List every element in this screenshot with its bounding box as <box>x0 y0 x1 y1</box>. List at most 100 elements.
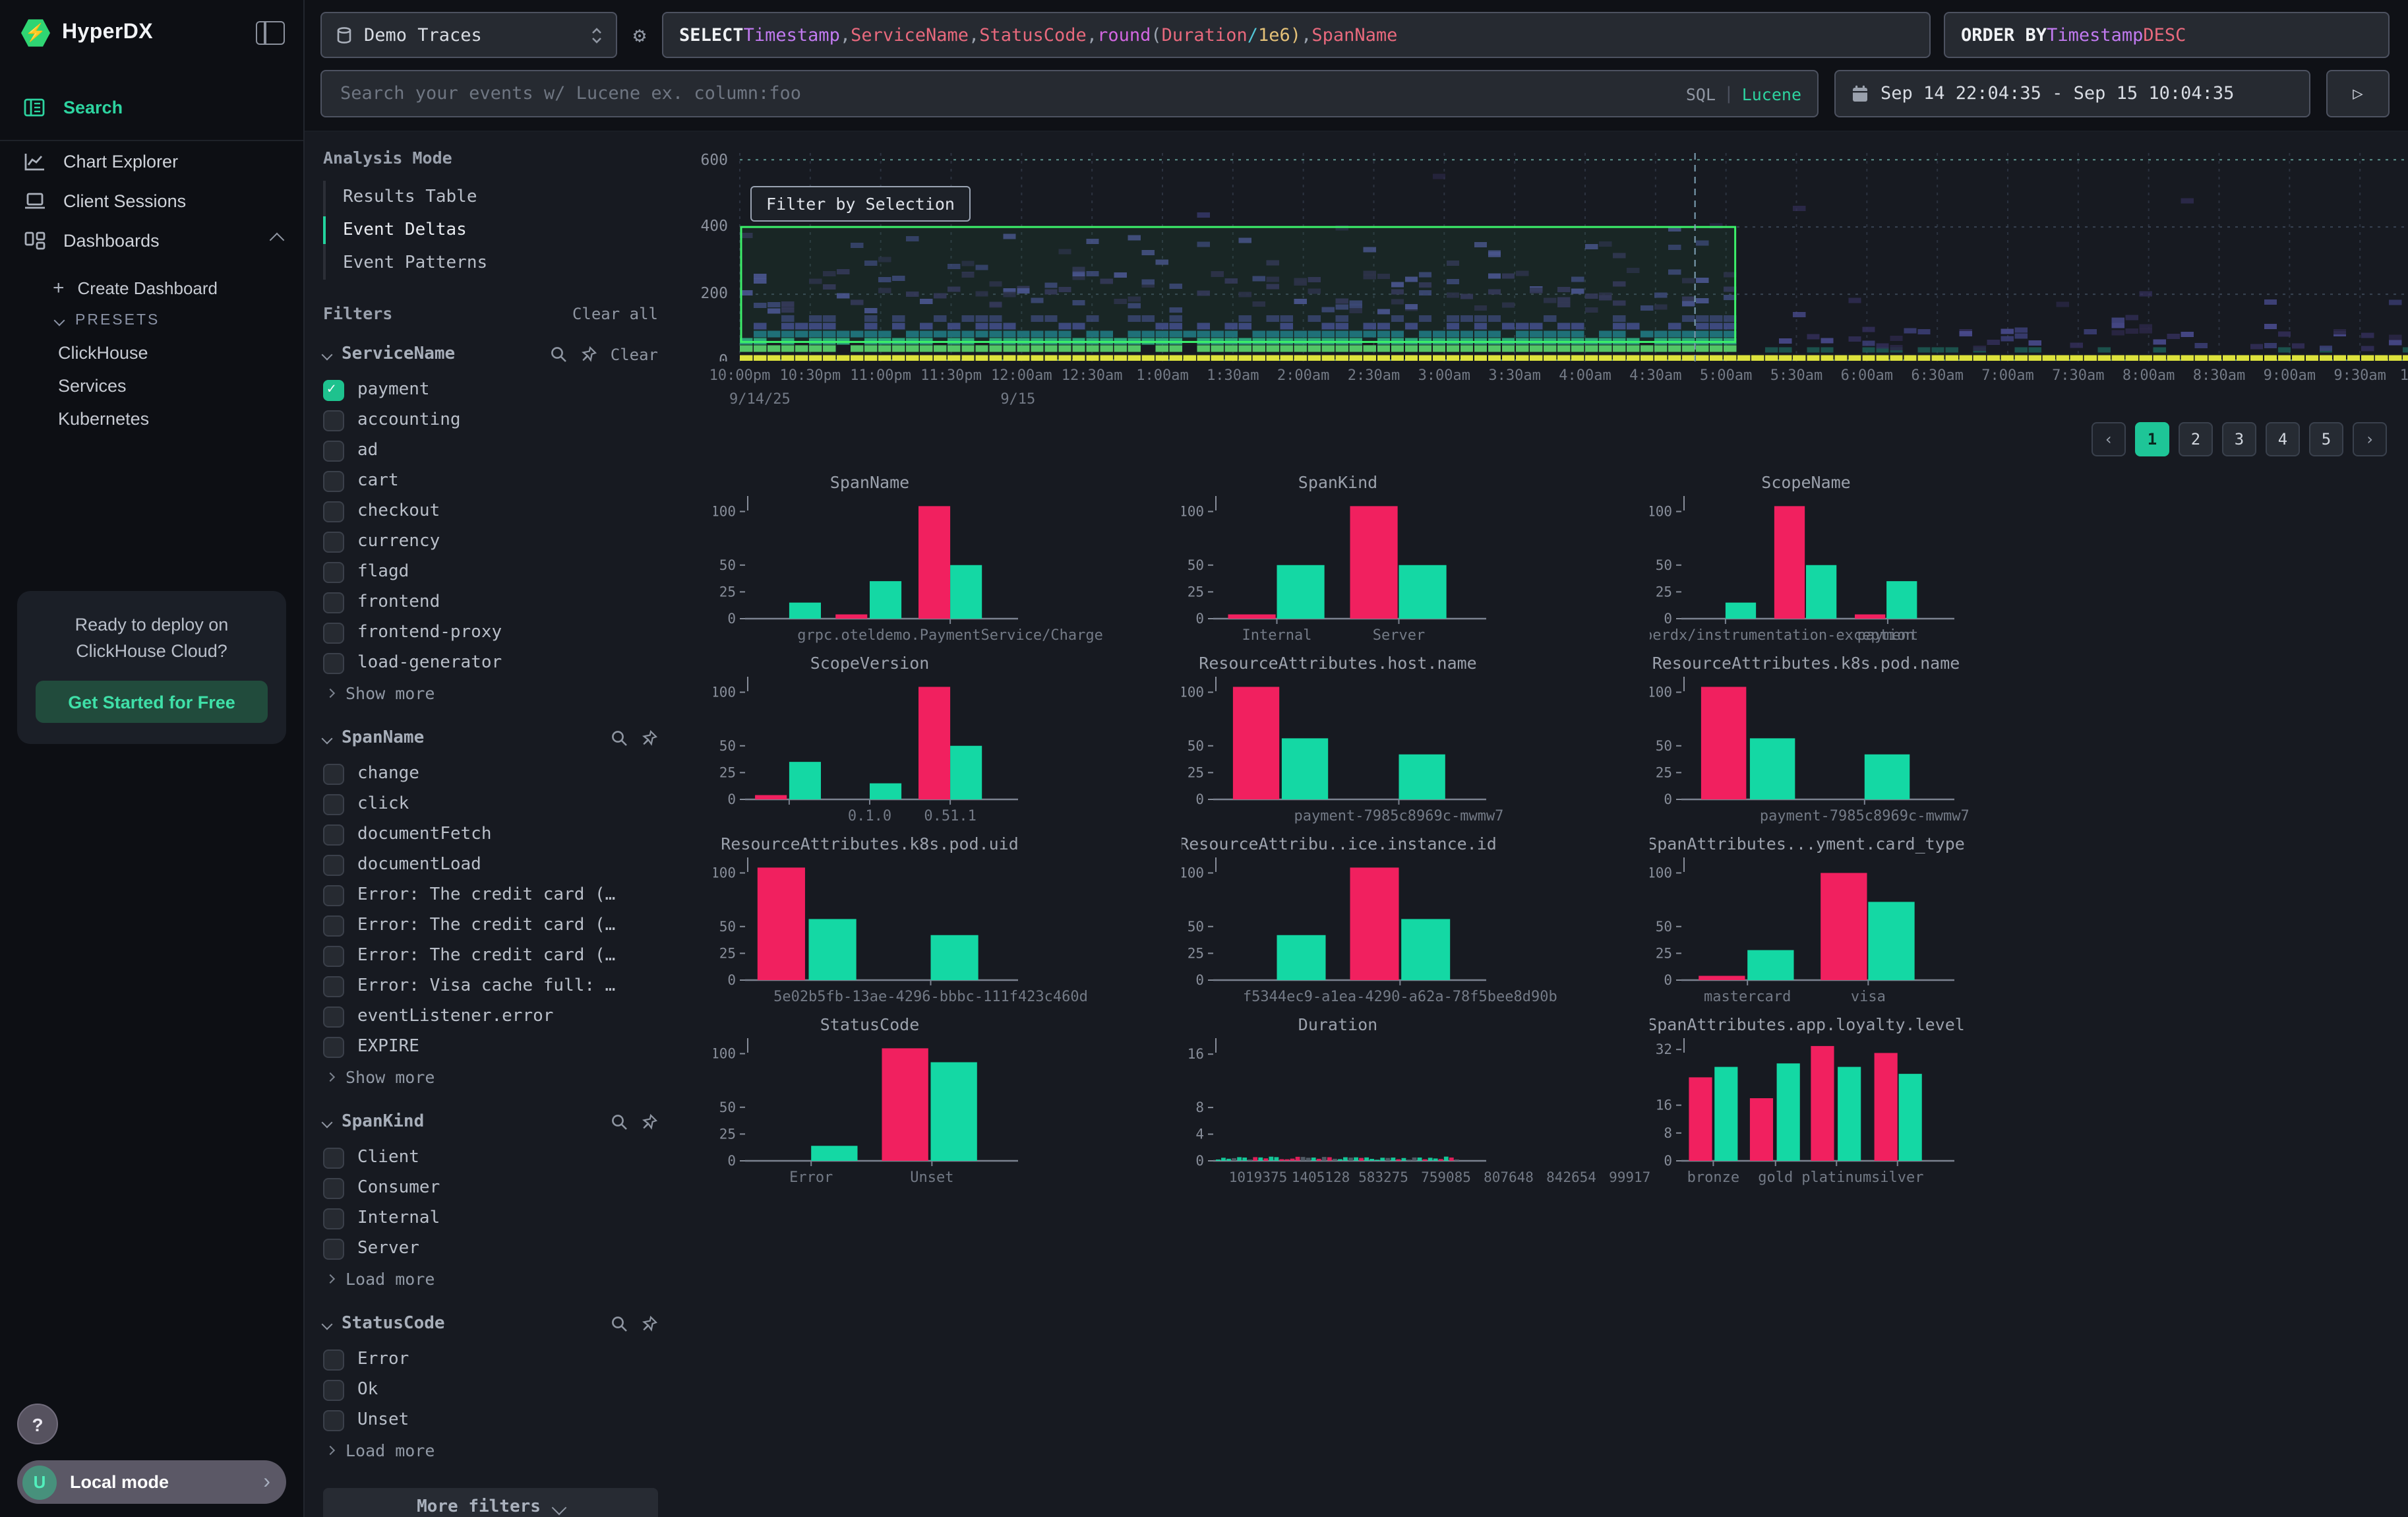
local-mode-menu[interactable]: U Local mode › <box>17 1460 286 1504</box>
checkbox[interactable] <box>323 975 344 997</box>
checkbox[interactable] <box>323 793 344 815</box>
filter-option-click[interactable]: click <box>323 789 658 819</box>
mini-chart-resourceattributes-k8s-pod-name[interactable]: ResourceAttributes.k8s.pod.name02550100p… <box>1650 650 2118 831</box>
filter-group-name[interactable]: SpanKind <box>342 1112 424 1132</box>
heatmap-canvas[interactable]: 6004002000 <box>679 153 2408 361</box>
checkbox[interactable] <box>323 824 344 845</box>
checkbox[interactable] <box>323 592 344 613</box>
checkbox[interactable] <box>323 1379 344 1400</box>
source-select[interactable]: Demo Traces <box>320 12 617 58</box>
checkbox[interactable] <box>323 1238 344 1259</box>
mini-chart-duration[interactable]: Duration04816101937514051285832757590858… <box>1182 1012 1650 1192</box>
sidebar-item-dashboards[interactable]: Dashboards <box>0 220 303 260</box>
checkbox[interactable] <box>323 945 344 966</box>
sql-toggle[interactable]: SQL <box>1686 84 1716 104</box>
sidebar-item-clickhouse[interactable]: ClickHouse <box>0 336 303 369</box>
search-icon[interactable] <box>611 729 628 747</box>
search-icon[interactable] <box>611 1113 628 1130</box>
filter-option-client[interactable]: Client <box>323 1142 658 1173</box>
mini-chart-spanattributes-yment-card-type[interactable]: SpanAttributes...yment.card_type02550100… <box>1650 831 2118 1012</box>
show-more-button[interactable]: Load more <box>323 1264 658 1293</box>
pin-icon[interactable] <box>641 729 658 747</box>
filter-option-cart[interactable]: cart <box>323 466 658 496</box>
mini-chart-resourceattribu-ice-instance-id[interactable]: ResourceAttribu..ice.instance.id02550100… <box>1182 831 1650 1012</box>
search-icon[interactable] <box>550 346 567 363</box>
show-more-button[interactable]: Show more <box>323 678 658 707</box>
filter-option-ok[interactable]: Ok <box>323 1375 658 1405</box>
order-by-input[interactable]: ORDER BY Timestamp DESC <box>1944 12 2390 58</box>
search-input[interactable] <box>338 82 1686 106</box>
checkbox[interactable] <box>323 884 344 906</box>
gear-icon[interactable]: ⚙ <box>617 22 662 47</box>
checkbox[interactable] <box>323 854 344 875</box>
search-icon[interactable] <box>611 1315 628 1332</box>
sql-select-input[interactable]: SELECT Timestamp, ServiceName, StatusCod… <box>662 12 1931 58</box>
filter-option-error-the-credit-card-[interactable]: Error: The credit card (… <box>323 941 658 971</box>
checkbox[interactable] <box>323 410 344 431</box>
page-button-2[interactable]: 2 <box>2179 422 2213 456</box>
sidebar-item-search[interactable]: Search <box>0 84 303 129</box>
mini-chart-resourceattributes-k8s-pod-uid[interactable]: ResourceAttributes.k8s.pod.uid025501005e… <box>713 831 1182 1012</box>
sidebar-item-kubernetes[interactable]: Kubernetes <box>0 402 303 435</box>
page-button-4[interactable]: 4 <box>2266 422 2300 456</box>
filter-option-frontend-proxy[interactable]: frontend-proxy <box>323 617 658 648</box>
filter-option-error-the-credit-card-[interactable]: Error: The credit card (… <box>323 880 658 910</box>
mini-chart-scopename[interactable]: ScopeName02550100@hyperdx/instrumentatio… <box>1650 470 2118 650</box>
page-button-1[interactable]: 1 <box>2135 422 2169 456</box>
filter-option-expire[interactable]: EXPIRE <box>323 1032 658 1062</box>
filter-option-documentfetch[interactable]: documentFetch <box>323 819 658 850</box>
checkbox[interactable] <box>323 1409 344 1431</box>
pin-icon[interactable] <box>641 1315 658 1332</box>
checkbox[interactable] <box>323 763 344 784</box>
analysis-mode-event-deltas[interactable]: Event Deltas <box>326 214 658 247</box>
checkbox[interactable] <box>323 501 344 522</box>
filter-option-payment[interactable]: payment <box>323 375 658 405</box>
show-more-button[interactable]: Show more <box>323 1062 658 1091</box>
filter-option-eventlistener-error[interactable]: eventListener.error <box>323 1001 658 1032</box>
filter-option-accounting[interactable]: accounting <box>323 405 658 435</box>
checkbox[interactable] <box>323 1177 344 1198</box>
show-more-button[interactable]: Load more <box>323 1435 658 1464</box>
create-dashboard-button[interactable]: + Create Dashboard <box>0 270 303 305</box>
checkbox[interactable] <box>323 561 344 582</box>
mini-chart-spanname[interactable]: SpanName02550100grpc.oteldemo.PaymentSer… <box>713 470 1182 650</box>
checkbox[interactable] <box>323 1006 344 1027</box>
help-button[interactable]: ? <box>17 1404 58 1444</box>
checkbox[interactable] <box>323 652 344 673</box>
filter-option-checkout[interactable]: checkout <box>323 496 658 526</box>
page-prev-button[interactable]: ‹ <box>2092 422 2126 456</box>
analysis-mode-event-patterns[interactable]: Event Patterns <box>326 247 658 280</box>
filter-option-consumer[interactable]: Consumer <box>323 1173 658 1203</box>
filter-option-error-the-credit-card-[interactable]: Error: The credit card (… <box>323 910 658 941</box>
checkbox[interactable] <box>323 1036 344 1057</box>
more-filters-button[interactable]: More filters <box>323 1488 658 1517</box>
presets-toggle[interactable]: PRESETS <box>0 305 303 336</box>
filter-option-error-visa-cache-full-[interactable]: Error: Visa cache full: … <box>323 971 658 1001</box>
page-button-3[interactable]: 3 <box>2222 422 2256 456</box>
pin-icon[interactable] <box>641 1113 658 1130</box>
sidebar-item-services[interactable]: Services <box>0 369 303 402</box>
mini-chart-scopeversion[interactable]: ScopeVersion025501000.1.00.51.1 <box>713 650 1182 831</box>
sidebar-item-chart-explorer[interactable]: Chart Explorer <box>0 141 303 181</box>
filter-option-server[interactable]: Server <box>323 1233 658 1264</box>
filter-option-currency[interactable]: currency <box>323 526 658 557</box>
get-started-button[interactable]: Get Started for Free <box>36 681 268 723</box>
mini-chart-resourceattributes-host-name[interactable]: ResourceAttributes.host.name02550100paym… <box>1182 650 1650 831</box>
filter-option-load-generator[interactable]: load-generator <box>323 648 658 678</box>
mini-chart-spanattributes-app-loyalty-level[interactable]: SpanAttributes.app.loyalty.level081632br… <box>1650 1012 2118 1192</box>
clear-filter-button[interactable]: Clear <box>611 345 658 363</box>
date-range-picker[interactable]: Sep 14 22:04:35 - Sep 15 10:04:35 <box>1834 70 2310 117</box>
clear-all-button[interactable]: Clear all <box>572 304 658 323</box>
checkbox-checked[interactable] <box>323 379 344 400</box>
filter-option-documentload[interactable]: documentLoad <box>323 850 658 880</box>
checkbox[interactable] <box>323 440 344 461</box>
checkbox[interactable] <box>323 1147 344 1168</box>
filter-group-name[interactable]: ServiceName <box>342 344 455 364</box>
checkbox[interactable] <box>323 531 344 552</box>
filter-option-unset[interactable]: Unset <box>323 1405 658 1435</box>
analysis-mode-results-table[interactable]: Results Table <box>326 181 658 214</box>
page-next-button[interactable]: › <box>2353 422 2387 456</box>
filter-option-change[interactable]: change <box>323 758 658 789</box>
filter-group-name[interactable]: SpanName <box>342 728 424 748</box>
lucene-toggle[interactable]: Lucene <box>1742 84 1801 104</box>
